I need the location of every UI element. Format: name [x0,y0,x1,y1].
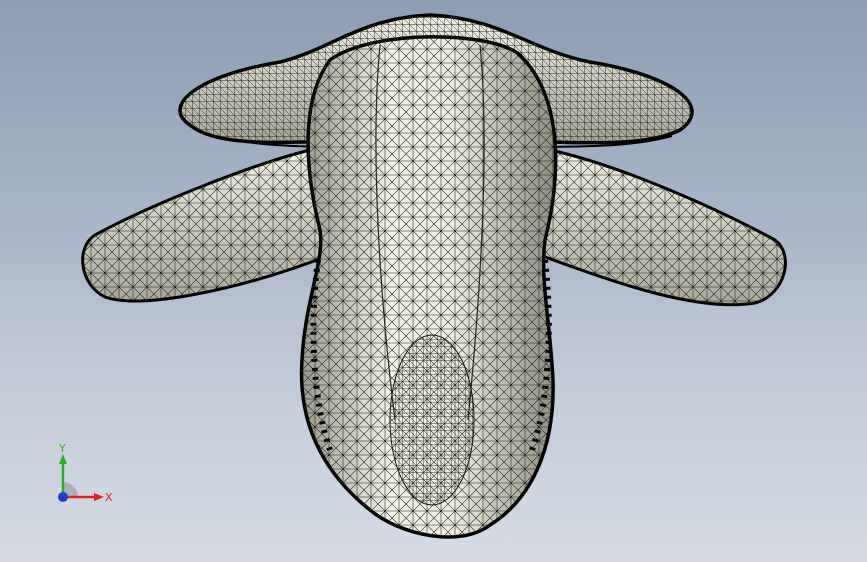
x-axis-arrowhead-icon [94,493,104,501]
main-body [299,35,558,539]
wireframe-model[interactable] [0,0,867,562]
z-axis-dot-icon [58,492,68,502]
y-axis-label: Y [58,442,66,455]
left-arm [81,148,332,303]
graphics-viewport[interactable]: Y X [0,0,867,562]
x-axis-label: X [105,491,113,504]
y-axis-arrowhead-icon [59,454,67,464]
right-arm [538,148,787,307]
axis-triad: Y X [58,442,113,504]
